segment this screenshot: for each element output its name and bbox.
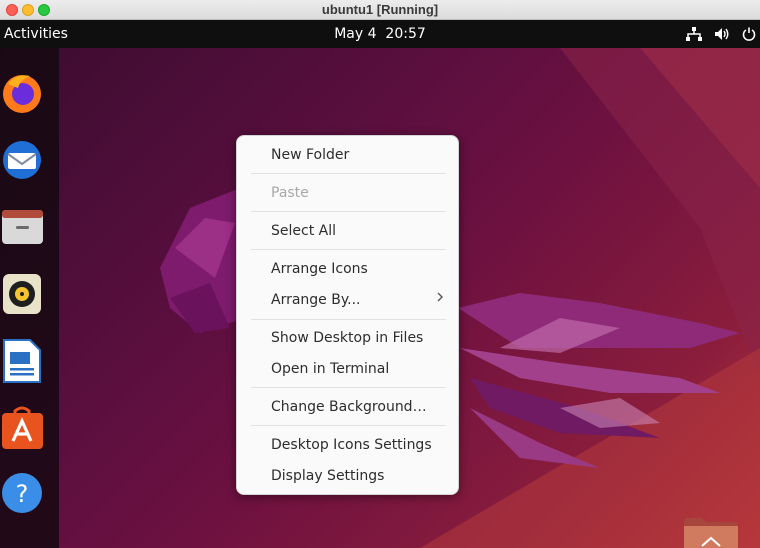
menu-separator xyxy=(251,425,446,426)
thunderbird-icon[interactable] xyxy=(0,136,45,181)
files-icon[interactable] xyxy=(0,204,45,249)
desktop-context-menu: New Folder Paste Select All Arrange Icon… xyxy=(236,135,459,495)
menu-item-change-background[interactable]: Change Background… xyxy=(271,397,427,417)
clock: May 4 20:57 xyxy=(0,20,760,48)
activities-button[interactable]: Activities xyxy=(4,20,68,48)
dock: ? xyxy=(0,48,59,548)
libreoffice-writer-icon[interactable] xyxy=(0,338,45,383)
menu-item-open-in-terminal[interactable]: Open in Terminal xyxy=(271,359,389,379)
menu-separator xyxy=(251,387,446,388)
ubuntu-software-icon[interactable] xyxy=(0,405,45,450)
chevron-right-icon xyxy=(436,291,444,307)
menu-separator xyxy=(251,319,446,320)
menu-separator xyxy=(251,211,446,212)
menu-item-select-all[interactable]: Select All xyxy=(271,221,336,241)
menu-item-display-settings[interactable]: Display Settings xyxy=(271,466,384,486)
rhythmbox-icon[interactable] xyxy=(0,271,45,316)
menu-item-show-desktop-in-files[interactable]: Show Desktop in Files xyxy=(271,328,423,348)
menu-item-paste: Paste xyxy=(271,185,309,201)
top-bar: Activities May 4 20:57 xyxy=(0,20,760,48)
menu-separator xyxy=(251,173,446,174)
network-icon[interactable] xyxy=(686,27,702,41)
menu-item-new-folder[interactable]: New Folder xyxy=(271,145,349,165)
window-title: ubuntu1 [Running] xyxy=(321,2,439,17)
firefox-icon[interactable] xyxy=(0,70,45,115)
host-window-titlebar: ubuntu1 [Running] xyxy=(0,0,760,20)
menu-separator xyxy=(251,249,446,250)
menu-item-desktop-icons-settings[interactable]: Desktop Icons Settings xyxy=(271,435,432,455)
clock-time[interactable]: 20:57 xyxy=(385,26,425,42)
svg-text:?: ? xyxy=(16,480,29,508)
menu-item-arrange-icons[interactable]: Arrange Icons xyxy=(271,259,368,279)
clock-date[interactable]: May 4 xyxy=(334,26,376,42)
home-folder-icon[interactable] xyxy=(682,516,740,548)
volume-icon[interactable] xyxy=(714,27,730,41)
menu-item-arrange-by[interactable]: Arrange By... xyxy=(271,290,361,310)
system-tray[interactable] xyxy=(686,20,760,48)
power-icon[interactable] xyxy=(742,27,756,41)
help-icon[interactable]: ? xyxy=(0,470,45,515)
